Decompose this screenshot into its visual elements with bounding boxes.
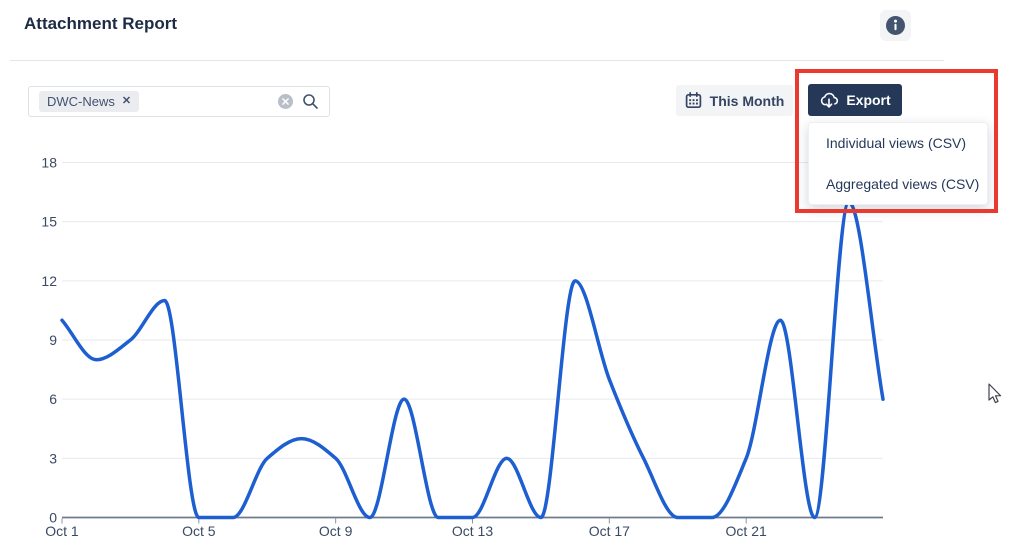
export-dropdown-menu: Individual views (CSV) Aggregated views … [808, 122, 988, 205]
svg-text:Oct 21: Oct 21 [726, 523, 767, 539]
svg-text:Oct 5: Oct 5 [182, 523, 216, 539]
export-label: Export [846, 92, 890, 108]
svg-text:0: 0 [49, 510, 57, 526]
menu-item-individual-views[interactable]: Individual views (CSV) [809, 123, 987, 164]
menu-item-aggregated-views[interactable]: Aggregated views (CSV) [809, 164, 987, 205]
date-range-label: This Month [710, 93, 785, 109]
svg-text:Oct 13: Oct 13 [452, 523, 493, 539]
filter-tag: DWC-News ✕ [39, 91, 139, 112]
svg-text:12: 12 [41, 273, 57, 289]
cloud-download-icon [819, 91, 839, 109]
svg-text:18: 18 [41, 155, 57, 171]
date-range-button[interactable]: This Month [676, 85, 793, 116]
export-button[interactable]: Export [808, 84, 902, 116]
svg-text:Oct 17: Oct 17 [589, 523, 630, 539]
calendar-icon [685, 92, 702, 109]
header-divider [10, 60, 944, 61]
filter-tag-label: DWC-News [47, 94, 115, 109]
search-icon [302, 93, 319, 110]
space-filter-input[interactable]: DWC-News ✕ [28, 86, 330, 117]
svg-text:15: 15 [41, 214, 57, 230]
remove-tag-icon[interactable]: ✕ [122, 96, 131, 107]
svg-text:Oct 9: Oct 9 [319, 523, 353, 539]
svg-text:9: 9 [49, 332, 57, 348]
info-icon [886, 16, 905, 35]
svg-text:Oct 1: Oct 1 [45, 523, 79, 539]
mouse-cursor [988, 383, 1004, 405]
info-button[interactable] [880, 10, 911, 41]
clear-input-icon[interactable] [278, 94, 293, 109]
svg-text:6: 6 [49, 391, 57, 407]
page-title: Attachment Report [24, 14, 177, 34]
svg-text:3: 3 [49, 450, 57, 466]
